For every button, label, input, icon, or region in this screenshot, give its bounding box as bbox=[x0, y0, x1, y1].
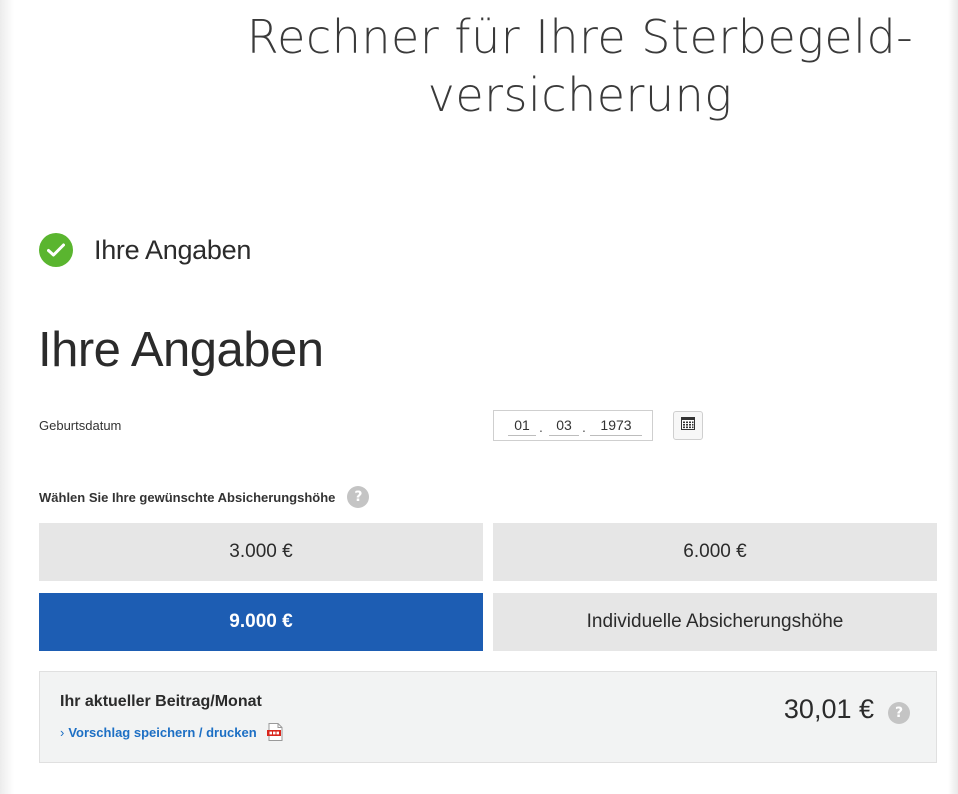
help-icon[interactable]: ? bbox=[888, 702, 910, 724]
calculator-page: Rechner für Ihre Sterbegeld- versicherun… bbox=[0, 0, 958, 794]
premium-price: 30,01 € bbox=[783, 694, 874, 724]
birthdate-field: 01 . 03 . 1973 bbox=[493, 410, 653, 441]
birthdate-year-input[interactable]: 1973 bbox=[590, 415, 642, 436]
premium-title: Ihr aktueller Beitrag/Monat bbox=[60, 693, 262, 710]
page-title: Rechner für Ihre Sterbegeld- versicherun… bbox=[160, 8, 958, 124]
pdf-icon bbox=[266, 723, 283, 741]
coverage-option-3000[interactable]: 3.000 € bbox=[39, 523, 483, 581]
birthdate-month-input[interactable]: 03 bbox=[549, 415, 579, 436]
help-icon[interactable]: ? bbox=[347, 486, 370, 508]
birthdate-label: Geburtsdatum bbox=[39, 418, 122, 433]
step-indicator: Ihre Angaben bbox=[39, 233, 251, 267]
coverage-option-6000[interactable]: 6.000 € bbox=[493, 523, 937, 581]
step-label: Ihre Angaben bbox=[94, 234, 252, 265]
coverage-option-9000[interactable]: 9.000 € bbox=[39, 593, 483, 651]
calendar-button[interactable] bbox=[673, 411, 703, 440]
date-separator: . bbox=[582, 419, 586, 435]
chevron-right-icon: › bbox=[60, 724, 65, 740]
save-print-link-label: Vorschlag speichern / drucken bbox=[68, 724, 257, 740]
coverage-label: Wählen Sie Ihre gewünschte Absicherungsh… bbox=[39, 486, 370, 508]
page-title-line-1: Rechner für Ihre Sterbegeld- bbox=[246, 10, 914, 64]
save-print-link[interactable]: › Vorschlag speichern / drucken bbox=[60, 723, 283, 741]
premium-summary: Ihr aktueller Beitrag/Monat › Vorschlag … bbox=[39, 671, 937, 763]
coverage-option-individual[interactable]: Individuelle Absicherungshöhe bbox=[493, 593, 937, 651]
page-title-line-2: versicherung bbox=[427, 68, 733, 122]
date-separator: . bbox=[539, 419, 543, 435]
calendar-icon bbox=[681, 416, 695, 435]
section-heading: Ihre Angaben bbox=[38, 323, 324, 377]
birthdate-day-input[interactable]: 01 bbox=[508, 415, 536, 436]
check-circle-icon bbox=[39, 233, 73, 267]
coverage-label-text: Wählen Sie Ihre gewünschte Absicherungsh… bbox=[39, 489, 336, 505]
